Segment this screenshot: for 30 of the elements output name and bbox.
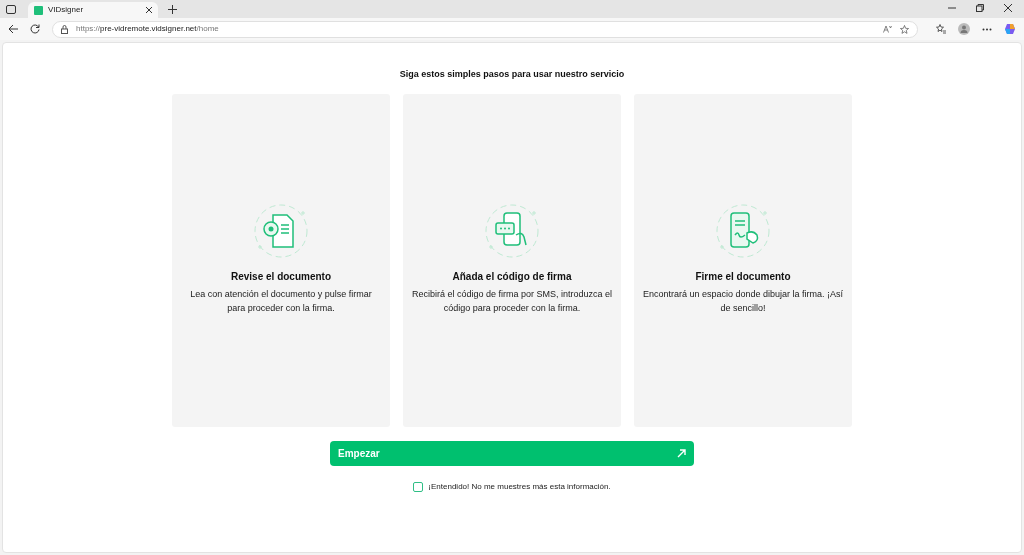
step-title: Revise el documento (231, 269, 331, 284)
page-heading: Siga estos simples pasos para usar nuestro servicio (399, 68, 625, 81)
checkbox-label: ¡Entendido! No me muestres más esta información. (428, 480, 611, 493)
tab-actions-icon[interactable] (6, 5, 16, 14)
step-description: Lea con atención el documento y pulse firmar para proceder con la firma. (189, 287, 373, 315)
step-title: Firme el documento (695, 269, 791, 284)
close-icon[interactable] (1004, 4, 1012, 12)
back-arrow-icon[interactable] (8, 24, 18, 34)
more-icon[interactable] (982, 27, 992, 31)
step-description: Recibirá el código de firma por SMS, introduzca el código para proceder con la firma. (410, 287, 614, 315)
copilot-icon[interactable] (1004, 23, 1016, 35)
url-text: https://pre-vidremote.vidsigner.net/home (76, 23, 220, 35)
tab-title: VIDsigner (48, 4, 85, 16)
star-icon[interactable] (900, 24, 909, 34)
minimize-icon[interactable] (948, 4, 956, 12)
restore-icon[interactable] (976, 4, 984, 12)
profile-icon[interactable] (958, 23, 970, 35)
step-description: Encontrará un espacio donde dibujar la firma. ¡Así de sencillo! (641, 287, 845, 315)
new-tab-icon[interactable] (168, 5, 177, 14)
checkbox[interactable] (413, 481, 424, 492)
browser-tab[interactable]: VIDsigner (28, 2, 158, 18)
refresh-icon[interactable] (30, 24, 40, 34)
step-title: Añada el código de firma (452, 269, 572, 284)
arrow-icon (677, 448, 686, 458)
lock-icon (61, 24, 68, 34)
app-logo-icon (34, 5, 43, 15)
read-aloud-icon[interactable] (883, 25, 892, 33)
favorites-icon[interactable] (936, 24, 946, 34)
close-icon[interactable] (146, 7, 152, 13)
address-bar[interactable]: https://pre-vidremote.vidsigner.net/home (52, 20, 918, 38)
